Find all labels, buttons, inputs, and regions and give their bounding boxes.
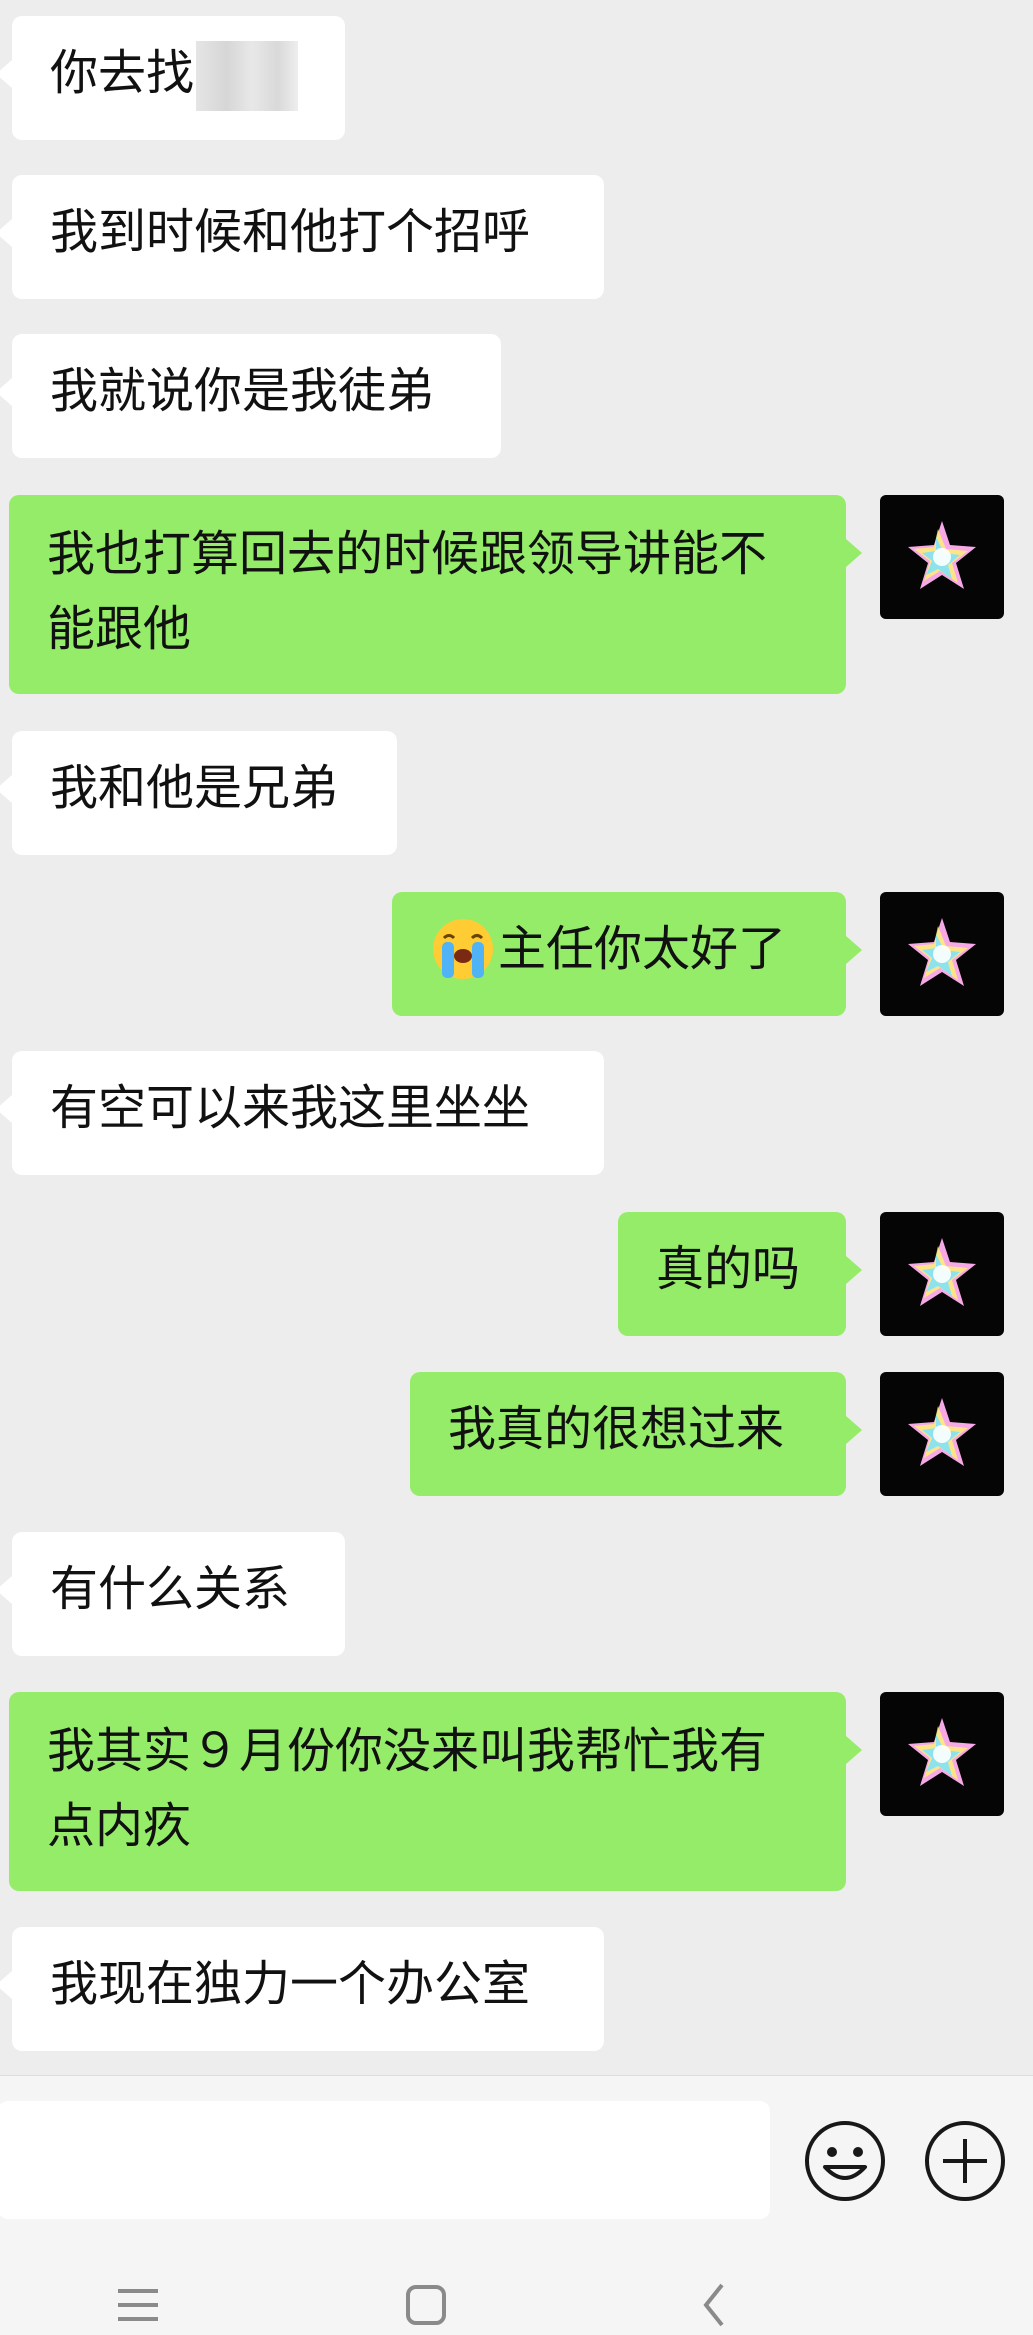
plus-circle-icon <box>925 2121 1005 2201</box>
message-text: 有什么关系 <box>50 1561 291 1617</box>
message-bubble-outgoing[interactable]: 主任你太好了 <box>392 892 862 1016</box>
message-bubble-outgoing[interactable]: 我其实９月份你没来叫我帮忙我有点内疚 <box>9 1692 862 1891</box>
menu-icon <box>118 2289 158 2321</box>
nav-home-button[interactable] <box>396 2273 456 2333</box>
message-bubble-incoming[interactable]: 有空可以来我这里坐坐 <box>0 1051 604 1175</box>
colorful-star-avatar <box>908 918 976 986</box>
message-text: 我现在独力一个办公室 <box>50 1956 531 2012</box>
avatar[interactable] <box>880 1372 1004 1496</box>
message-text: 有空可以来我这里坐坐 <box>50 1080 531 1136</box>
loudly-crying-face-emoji <box>433 919 493 979</box>
system-nav-bar <box>0 2225 1033 2335</box>
message-bubble-incoming[interactable]: 我到时候和他打个招呼 <box>0 175 604 299</box>
more-button[interactable] <box>923 2119 1007 2203</box>
avatar[interactable] <box>880 1212 1004 1336</box>
message-bubble-incoming[interactable]: 我就说你是我徒弟 <box>0 334 501 458</box>
message-bubble-outgoing[interactable]: 我也打算回去的时候跟领导讲能不能跟他 <box>9 495 862 694</box>
message-bubble-incoming[interactable]: 有什么关系 <box>0 1532 345 1656</box>
message-bubble-incoming[interactable]: 我和他是兄弟 <box>0 731 397 855</box>
message-text: 我真的很想过来 <box>448 1401 785 1457</box>
colorful-star-avatar <box>908 521 976 589</box>
message-bubble-incoming[interactable]: 我现在独力一个办公室 <box>0 1927 604 2051</box>
home-square-icon <box>406 2285 446 2325</box>
nav-menu-button[interactable] <box>108 2273 168 2333</box>
avatar[interactable] <box>880 892 1004 1016</box>
smiley-icon <box>805 2121 885 2201</box>
back-chevron-icon <box>703 2283 724 2327</box>
avatar[interactable] <box>880 1692 1004 1816</box>
message-text: 你去找 <box>50 45 195 101</box>
colorful-star-avatar <box>908 1238 976 1306</box>
message-bubble-outgoing[interactable]: 真的吗 <box>618 1212 862 1336</box>
blurred-name <box>196 41 299 111</box>
avatar[interactable] <box>880 495 1004 619</box>
message-bubble-incoming[interactable]: 你去找 <box>0 16 345 140</box>
message-text: 我也打算回去的时候跟领导讲能不能跟他 <box>47 526 768 657</box>
colorful-star-avatar <box>908 1398 976 1466</box>
chat-message-list[interactable]: 你去找 我到时候和他打个招呼 我就说你是我徒弟 我也打算回去的时候跟领导讲能不能… <box>0 0 1033 2075</box>
message-text: 我其实９月份你没来叫我帮忙我有点内疚 <box>47 1723 768 1854</box>
emoji-button[interactable] <box>803 2119 887 2203</box>
message-input[interactable] <box>0 2101 770 2219</box>
nav-back-button[interactable] <box>684 2273 744 2333</box>
message-text: 我和他是兄弟 <box>50 760 339 816</box>
colorful-star-avatar <box>908 1718 976 1786</box>
message-bubble-outgoing[interactable]: 我真的很想过来 <box>410 1372 862 1496</box>
input-bar <box>0 2075 1033 2226</box>
message-text: 我到时候和他打个招呼 <box>50 204 531 260</box>
message-text: 主任你太好了 <box>498 921 787 977</box>
message-text: 我就说你是我徒弟 <box>50 363 435 419</box>
message-text: 真的吗 <box>656 1241 801 1297</box>
